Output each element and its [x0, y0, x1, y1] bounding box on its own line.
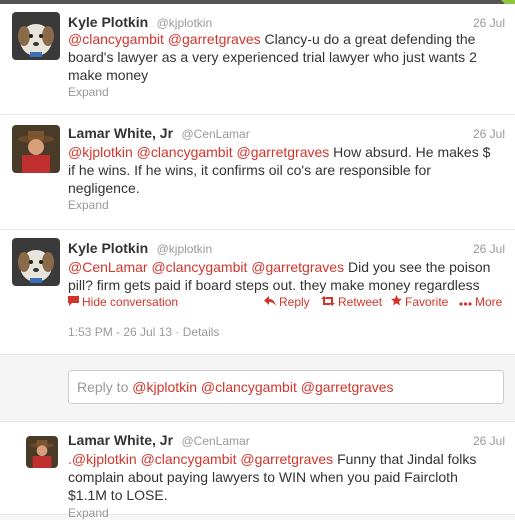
hide-conversation-label: Hide conversation [82, 295, 179, 309]
mentions[interactable]: @CenLamar @clancygambit @garretgraves [68, 259, 344, 275]
author-name[interactable]: Lamar White, Jr [68, 125, 173, 141]
favorite-button[interactable]: Favorite [391, 295, 448, 309]
avatar[interactable] [12, 125, 60, 173]
expand-link[interactable]: Expand [68, 85, 109, 99]
details-link[interactable]: Details [183, 325, 220, 339]
retweet-label: Retweet [338, 295, 383, 309]
expand-link[interactable]: Expand [68, 198, 109, 212]
tweet-timestamp: 1:53 PM - 26 Jul 13 [68, 325, 173, 339]
avatar[interactable] [12, 238, 60, 286]
mentions[interactable]: @clancygambit @garretgraves [68, 31, 261, 47]
favorite-label: Favorite [405, 295, 449, 309]
tweet-header: Lamar White, Jr @CenLamar 26 Jul [68, 125, 505, 143]
tweet-time[interactable]: 26 Jul [473, 127, 505, 141]
tweet-time[interactable]: 26 Jul [473, 434, 505, 448]
tweet-text: .@kjplotkin @clancygambit @garretgraves … [68, 450, 498, 504]
reply-area: Reply to @kjplotkin @clancygambit @garre… [0, 355, 515, 422]
retweet-button[interactable]: Retweet [321, 295, 382, 309]
star-icon [391, 295, 402, 309]
speech-bubble-icon [68, 295, 79, 309]
tweet[interactable]: Kyle Plotkin @kjplotkin 26 Jul @clancyga… [0, 4, 515, 115]
reply-input[interactable]: Reply to @kjplotkin @clancygambit @garre… [68, 370, 504, 404]
avatar[interactable] [12, 12, 60, 60]
reply-arrow-icon [264, 295, 276, 309]
reply-button[interactable]: Reply [264, 295, 310, 309]
author-name[interactable]: Kyle Plotkin [68, 240, 148, 256]
hide-conversation-link[interactable]: Hide conversation [68, 295, 178, 309]
author-name[interactable]: Lamar White, Jr [68, 432, 173, 448]
author-handle[interactable]: @kjplotkin [157, 16, 213, 30]
tweet-text: @kjplotkin @clancygambit @garretgraves H… [68, 143, 498, 197]
mentions[interactable]: @kjplotkin @clancygambit @garretgraves [68, 144, 329, 160]
tweet-header: Kyle Plotkin @kjplotkin 26 Jul [68, 240, 505, 258]
more-button[interactable]: More [459, 295, 502, 309]
expand-link[interactable]: Expand [68, 506, 109, 520]
tweet-reply[interactable]: Lamar White, Jr @CenLamar 26 Jul .@kjplo… [0, 422, 515, 520]
tweet-expanded[interactable]: Kyle Plotkin @kjplotkin 26 Jul @CenLamar… [0, 230, 515, 355]
author-handle[interactable]: @kjplotkin [157, 242, 213, 256]
tweet-time[interactable]: 26 Jul [473, 242, 505, 256]
author-handle[interactable]: @CenLamar [181, 434, 249, 448]
meta-separator: · [175, 325, 183, 339]
mentions[interactable]: @kjplotkin @clancygambit @garretgraves [72, 451, 333, 467]
tweet-text: @clancygambit @garretgraves Clancy-u do … [68, 30, 498, 84]
tweet-time[interactable]: 26 Jul [473, 16, 505, 30]
avatar[interactable] [26, 436, 58, 468]
tweet-meta: 1:53 PM - 26 Jul 13 · Details [68, 325, 219, 339]
more-dots-icon [459, 295, 472, 309]
tweet-text: @CenLamar @clancygambit @garretgraves Di… [68, 258, 498, 294]
tweet-header: Lamar White, Jr @CenLamar 26 Jul [68, 432, 505, 450]
reply-mentions: @kjplotkin @clancygambit @garretgraves [132, 379, 394, 395]
author-name[interactable]: Kyle Plotkin [68, 14, 148, 30]
tweet[interactable]: Lamar White, Jr @CenLamar 26 Jul @kjplot… [0, 115, 515, 230]
reply-label: Reply [279, 295, 310, 309]
author-handle[interactable]: @CenLamar [181, 127, 249, 141]
more-label: More [475, 295, 503, 309]
retweet-icon [321, 295, 335, 309]
reply-prefix: Reply to [77, 379, 133, 395]
